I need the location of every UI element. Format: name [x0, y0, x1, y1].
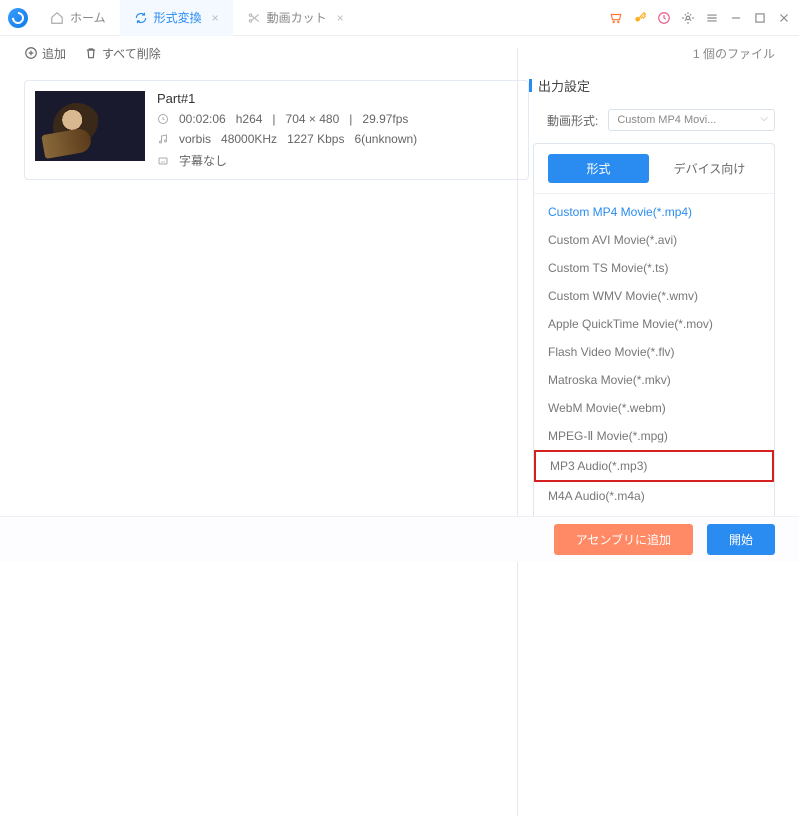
close-icon[interactable]: ×: [212, 11, 219, 25]
format-item[interactable]: Custom WMV Movie(*.wmv): [534, 282, 774, 310]
titlebar: ホーム 形式変換 × 動画カット ×: [0, 0, 799, 36]
subtitle-icon: [157, 155, 169, 167]
tab-home[interactable]: ホーム: [36, 0, 120, 36]
tab-label: 形式変換: [154, 9, 202, 26]
fps: 29.97fps: [362, 112, 408, 126]
add-label: 追加: [42, 45, 66, 62]
add-to-assembly-button[interactable]: アセンブリに追加: [554, 524, 693, 555]
subtitle: 字幕なし: [179, 152, 227, 169]
format-item[interactable]: Custom AVI Movie(*.avi): [534, 226, 774, 254]
music-icon: [157, 133, 169, 145]
file-card[interactable]: Part#1 00:02:06 h264 | 704 × 480 | 29.97…: [24, 80, 529, 180]
content: Part#1 00:02:06 h264 | 704 × 480 | 29.97…: [0, 70, 799, 516]
footer: アセンブリに追加 開始: [0, 516, 799, 562]
add-button[interactable]: 追加: [24, 45, 66, 62]
format-dropdown: 形式 デバイス向け Custom MP4 Movie(*.mp4)Custom …: [533, 143, 775, 519]
trash-icon: [84, 46, 98, 60]
maximize-icon[interactable]: [753, 11, 767, 25]
acodec: vorbis: [179, 132, 211, 146]
format-item[interactable]: Matroska Movie(*.mkv): [534, 366, 774, 394]
close-icon[interactable]: ×: [337, 11, 344, 25]
sample-rate: 48000KHz: [221, 132, 277, 146]
video-info-row: 00:02:06 h264 | 704 × 480 | 29.97fps: [157, 112, 518, 126]
app-logo: [8, 8, 28, 28]
key-icon[interactable]: [633, 11, 647, 25]
titlebar-right: [609, 11, 791, 25]
file-thumbnail: [35, 91, 145, 161]
format-item[interactable]: Flash Video Movie(*.flv): [534, 338, 774, 366]
file-meta: Part#1 00:02:06 h264 | 704 × 480 | 29.97…: [157, 91, 518, 169]
format-item[interactable]: Custom MP4 Movie(*.mp4): [534, 198, 774, 226]
history-icon[interactable]: [657, 11, 671, 25]
file-count: 1 個のファイル: [693, 45, 775, 62]
delete-all-button[interactable]: すべて削除: [84, 45, 161, 62]
audio-info-row: vorbis 48000KHz 1227 Kbps 6(unknown): [157, 132, 518, 146]
panel-title: 出力設定: [529, 76, 775, 95]
menu-icon[interactable]: [705, 11, 719, 25]
toolbar: 追加 すべて削除 1 個のファイル: [0, 36, 799, 70]
close-icon[interactable]: [777, 11, 791, 25]
dd-tab-device[interactable]: デバイス向け: [659, 154, 760, 183]
format-item[interactable]: MP3 Audio(*.mp3): [534, 450, 774, 482]
format-row: 動画形式: Custom MP4 Movi...: [529, 109, 775, 131]
format-label: 動画形式:: [547, 112, 598, 129]
refresh-icon: [134, 11, 148, 25]
home-icon: [50, 11, 64, 25]
channels: 6(unknown): [354, 132, 417, 146]
minimize-icon[interactable]: [729, 11, 743, 25]
duration: 00:02:06: [179, 112, 226, 126]
gear-icon[interactable]: [681, 11, 695, 25]
format-item[interactable]: MPEG-Ⅱ Movie(*.mpg): [534, 422, 774, 450]
cart-icon[interactable]: [609, 11, 623, 25]
tab-label: ホーム: [70, 9, 106, 26]
plus-icon: [24, 46, 38, 60]
delete-all-label: すべて削除: [102, 45, 161, 62]
start-button[interactable]: 開始: [707, 524, 775, 555]
dd-tab-format[interactable]: 形式: [548, 154, 649, 183]
tab-convert[interactable]: 形式変換 ×: [120, 0, 233, 36]
format-item[interactable]: Apple QuickTime Movie(*.mov): [534, 310, 774, 338]
format-item[interactable]: Custom TS Movie(*.ts): [534, 254, 774, 282]
file-list: Part#1 00:02:06 h264 | 704 × 480 | 29.97…: [24, 70, 529, 516]
tab-cut[interactable]: 動画カット ×: [233, 0, 358, 36]
bitrate: 1227 Kbps: [287, 132, 344, 146]
resolution: 704 × 480: [286, 112, 340, 126]
dropdown-tabs: 形式 デバイス向け: [534, 144, 774, 194]
subtitle-row: 字幕なし: [157, 152, 518, 169]
output-settings-panel: 出力設定 動画形式: Custom MP4 Movi... 形式 デバイス向け …: [529, 70, 775, 516]
scissors-icon: [247, 11, 261, 25]
format-select[interactable]: Custom MP4 Movi...: [608, 109, 775, 131]
format-list[interactable]: Custom MP4 Movie(*.mp4)Custom AVI Movie(…: [534, 194, 774, 514]
file-title: Part#1: [157, 91, 518, 106]
format-item[interactable]: WebM Movie(*.webm): [534, 394, 774, 422]
vcodec: h264: [236, 112, 263, 126]
clock-icon: [157, 113, 169, 125]
tab-label: 動画カット: [267, 9, 327, 26]
format-item[interactable]: M4A Audio(*.m4a): [534, 482, 774, 510]
tabs: ホーム 形式変換 × 動画カット ×: [36, 0, 609, 36]
